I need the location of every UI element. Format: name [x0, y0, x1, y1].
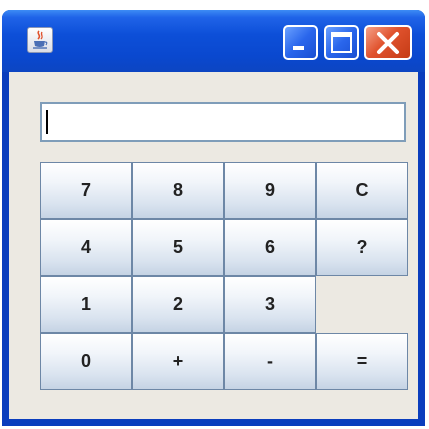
key-0[interactable]: 0 [40, 333, 132, 390]
key-8[interactable]: 8 [132, 162, 224, 219]
key-3[interactable]: 3 [224, 276, 316, 333]
key-clear[interactable]: C [316, 162, 408, 219]
minimize-icon [293, 46, 304, 50]
client-area: 7 8 9 C 4 5 6 ? 1 2 3 0 + - = [9, 72, 418, 419]
key-2[interactable]: 2 [132, 276, 224, 333]
key-plus[interactable]: + [132, 333, 224, 390]
key-equals[interactable]: = [316, 333, 408, 390]
maximize-icon [331, 32, 352, 53]
key-unknown[interactable]: ? [316, 219, 408, 276]
minimize-button[interactable] [283, 25, 318, 60]
title-bar[interactable] [2, 10, 425, 72]
key-5[interactable]: 5 [132, 219, 224, 276]
maximize-button[interactable] [324, 25, 359, 60]
display-field[interactable] [40, 102, 406, 142]
close-icon [377, 32, 399, 54]
key-4[interactable]: 4 [40, 219, 132, 276]
key-9[interactable]: 9 [224, 162, 316, 219]
close-button[interactable] [364, 25, 412, 60]
calculator-window: 7 8 9 C 4 5 6 ? 1 2 3 0 + - = [2, 10, 425, 426]
keypad: 7 8 9 C 4 5 6 ? 1 2 3 0 + - = [40, 162, 410, 390]
text-caret [46, 110, 48, 134]
key-1[interactable]: 1 [40, 276, 132, 333]
key-6[interactable]: 6 [224, 219, 316, 276]
key-minus[interactable]: - [224, 333, 316, 390]
key-7[interactable]: 7 [40, 162, 132, 219]
java-coffee-icon[interactable] [27, 27, 53, 53]
